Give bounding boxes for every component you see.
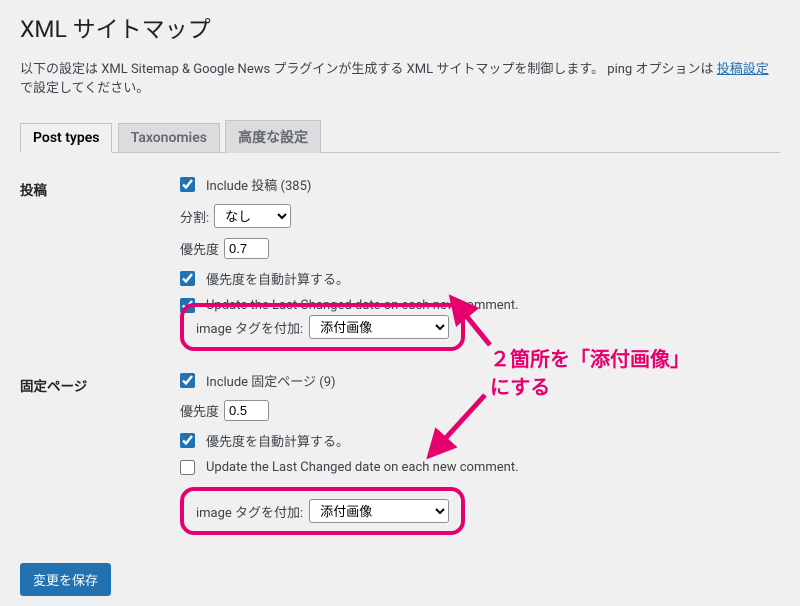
label-image-tag-posts: image タグを付加: [196, 318, 303, 337]
tab-bar: Post types Taxonomies 高度な設定 [20, 110, 780, 153]
label-auto-priority-pages: 優先度を自動計算する。 [206, 431, 349, 450]
label-image-tag-pages: image タグを付加: [196, 502, 303, 521]
save-button[interactable]: 変更を保存 [20, 563, 111, 596]
label-update-last-pages: Update the Last Changed date on each new… [206, 460, 519, 475]
label-priority-pages: 優先度 [180, 401, 219, 420]
link-post-settings[interactable]: 投稿設定 [717, 62, 769, 77]
checkbox-include-pages[interactable] [180, 373, 195, 388]
section-heading-pages: 固定ページ [20, 361, 180, 545]
checkbox-auto-priority-posts[interactable] [180, 271, 195, 286]
select-image-tag-posts[interactable]: 添付画像 [309, 315, 449, 339]
settings-table: 投稿 Include 投稿 (385) 分割: なし 優先度 優先度を自動計算す… [20, 165, 780, 545]
label-priority-posts: 優先度 [180, 239, 219, 258]
highlight-image-tag-posts: image タグを付加: 添付画像 [180, 303, 465, 351]
label-include-posts: Include 投稿 (385) [206, 175, 311, 194]
select-image-tag-pages[interactable]: 添付画像 [309, 499, 449, 523]
checkbox-update-last-pages[interactable] [180, 460, 195, 475]
page-title: XML サイトマップ [20, 10, 780, 44]
checkbox-auto-priority-pages[interactable] [180, 433, 195, 448]
tab-advanced[interactable]: 高度な設定 [225, 120, 321, 153]
description-text-1: 以下の設定は XML Sitemap & Google News プラグインが生… [20, 62, 717, 77]
tab-post-types[interactable]: Post types [20, 123, 112, 153]
input-priority-pages[interactable] [224, 400, 269, 421]
select-split[interactable]: なし [214, 204, 291, 228]
label-include-pages: Include 固定ページ (9) [206, 371, 336, 390]
section-heading-posts: 投稿 [20, 165, 180, 361]
highlight-image-tag-pages: image タグを付加: 添付画像 [180, 487, 465, 535]
label-split: 分割: [180, 207, 209, 226]
label-auto-priority-posts: 優先度を自動計算する。 [206, 269, 349, 288]
input-priority-posts[interactable] [224, 238, 269, 259]
description-text-2: で設定してください。 [20, 81, 149, 96]
tab-taxonomies[interactable]: Taxonomies [118, 123, 220, 152]
page-description: 以下の設定は XML Sitemap & Google News プラグインが生… [20, 58, 780, 96]
checkbox-include-posts[interactable] [180, 177, 195, 192]
